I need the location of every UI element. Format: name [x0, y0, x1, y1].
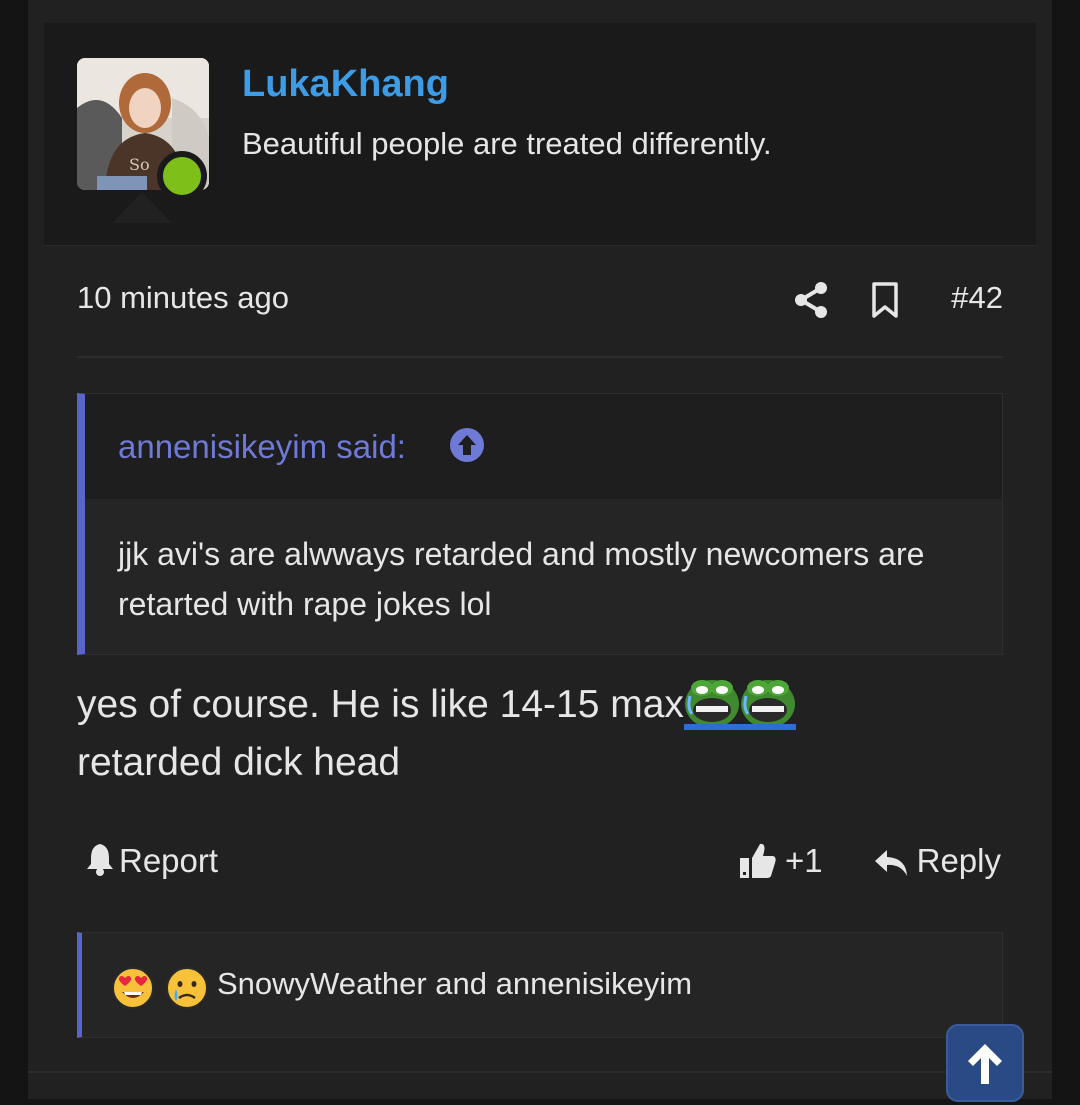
svg-text:So: So — [129, 155, 150, 174]
arrow-up-icon — [968, 1044, 1002, 1084]
meta-divider — [77, 356, 1003, 358]
post-meta-row: 10 minutes ago #42 — [77, 276, 1003, 326]
share-icon[interactable] — [793, 280, 829, 320]
post-user-block: So LukaKhang Beautiful people are treate… — [44, 23, 1036, 246]
post-bottom-divider — [28, 1071, 1052, 1073]
post-timestamp[interactable]: 10 minutes ago — [77, 280, 289, 316]
reply-button[interactable]: Reply — [873, 842, 1001, 880]
reactions-bar[interactable]: SnowyWeather and annenisikeyim — [77, 932, 1003, 1038]
message-line-2: retarded dick head — [77, 741, 401, 784]
reactions-users[interactable]: SnowyWeather and annenisikeyim — [217, 966, 692, 1002]
user-block-pointer — [112, 192, 172, 223]
reply-arrow-icon — [874, 850, 907, 876]
scroll-to-top-button[interactable] — [946, 1024, 1024, 1102]
arrow-up-circle-icon[interactable] — [449, 427, 485, 463]
quote-block: annenisikeyim said: jjk avi's are alwway… — [77, 393, 1003, 655]
crying-face-emoji-icon — [166, 967, 208, 1009]
user-title: Beautiful people are treated differently… — [242, 126, 772, 161]
post-username[interactable]: LukaKhang — [242, 63, 449, 106]
bell-icon — [87, 844, 113, 876]
pepe-laugh-icon — [739, 679, 796, 730]
pepe-laugh-icon — [683, 679, 740, 730]
bookmark-icon[interactable] — [870, 280, 900, 320]
like-button[interactable]: +1 — [739, 840, 823, 880]
post-number-link[interactable]: #42 — [951, 280, 1003, 316]
quote-author[interactable]: annenisikeyim said: — [118, 428, 406, 466]
message-line-1: yes of course. He is like 14-15 max — [77, 683, 684, 726]
report-label: Report — [119, 842, 219, 879]
quote-header: annenisikeyim said: — [85, 394, 1002, 499]
thumbs-up-icon — [740, 843, 776, 878]
like-count: +1 — [785, 842, 823, 879]
report-button[interactable]: Report — [85, 842, 218, 880]
heart-eyes-emoji-icon — [112, 967, 154, 1009]
post-container: So LukaKhang Beautiful people are treate… — [28, 0, 1052, 1099]
reply-label: Reply — [916, 842, 1001, 879]
post-message: yes of course. He is like 14-15 max reta… — [77, 676, 1003, 792]
quote-text: jjk avi's are alwways retarded and mostl… — [118, 536, 925, 622]
post-actions: Report +1 Reply — [77, 838, 1003, 890]
